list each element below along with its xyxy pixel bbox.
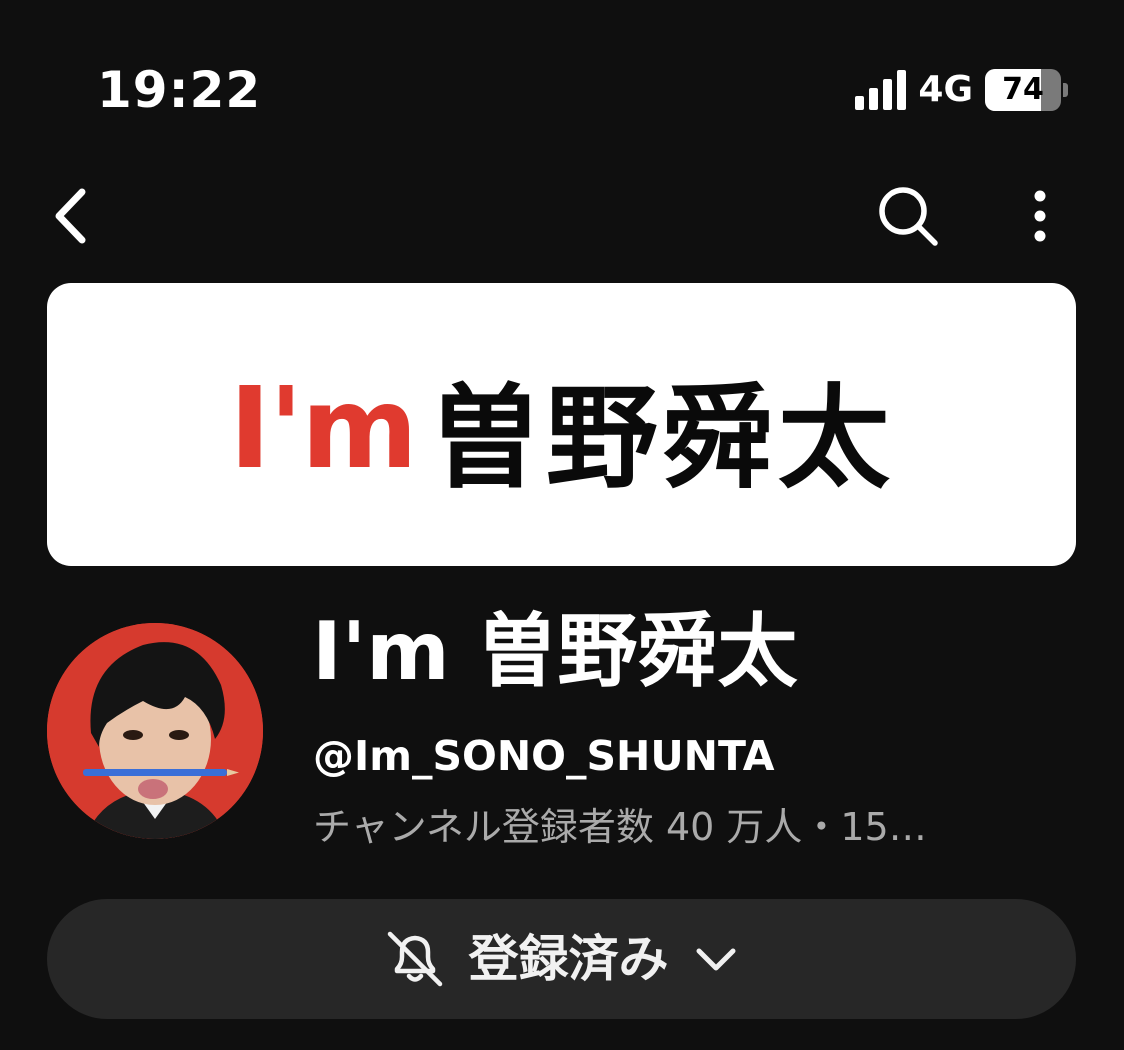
channel-handle: @Im_SONO_SHUNTA <box>313 732 775 780</box>
bell-off-icon <box>383 927 447 991</box>
more-options-button[interactable] <box>1015 180 1065 252</box>
avatar-portrait <box>47 623 263 839</box>
subscribed-label: 登録済み <box>468 930 669 988</box>
banner-logo: I'm 曽野舜太 <box>229 348 894 510</box>
channel-avatar[interactable] <box>47 623 263 839</box>
banner-logo-main: 曽野舜太 <box>429 373 894 504</box>
battery-icon: 74 <box>985 69 1061 111</box>
battery-cap <box>1063 83 1068 97</box>
back-button[interactable] <box>40 180 100 252</box>
battery-percent: 74 <box>1002 72 1044 107</box>
cellular-signal-icon <box>855 70 907 110</box>
channel-banner[interactable]: I'm 曽野舜太 <box>47 283 1076 566</box>
channel-name: I'm 曽野舜太 <box>312 605 798 698</box>
network-type: 4G <box>918 69 973 110</box>
subscribed-button[interactable]: 登録済み <box>47 899 1076 1019</box>
banner-logo-accent: I'm <box>229 363 418 494</box>
status-indicators: 4G 74 <box>855 66 1068 114</box>
status-time: 19:22 <box>97 61 262 119</box>
search-icon <box>879 187 938 246</box>
more-vertical-icon <box>1034 190 1046 242</box>
channel-stats[interactable]: チャンネル登録者数 40 万人・15… <box>313 801 1043 853</box>
chevron-left-icon <box>55 188 86 244</box>
chevron-down-icon <box>691 941 741 977</box>
search-button[interactable] <box>870 180 946 252</box>
